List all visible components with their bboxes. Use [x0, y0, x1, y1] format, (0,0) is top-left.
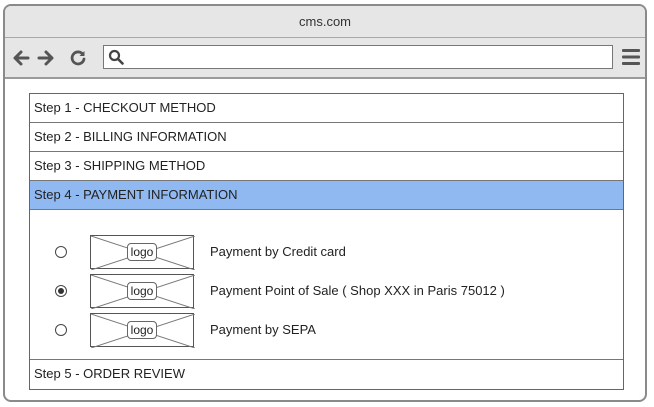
- url-input[interactable]: [128, 48, 606, 66]
- reload-button[interactable]: [69, 49, 87, 67]
- address-bar[interactable]: [103, 45, 613, 69]
- browser-window: cms.com Step 1 - CHECKOUT METHOD Step 2 …: [3, 4, 647, 402]
- logo-text: logo: [127, 243, 157, 261]
- payment-options-panel: logo Payment by Credit card logo Payment…: [30, 210, 623, 360]
- step-order-review[interactable]: Step 5 - ORDER REVIEW: [30, 360, 623, 389]
- logo-text: logo: [127, 321, 157, 339]
- browser-toolbar: [5, 38, 645, 79]
- hamburger-menu-icon: [622, 49, 640, 65]
- arrow-left-icon: [13, 50, 30, 66]
- menu-button[interactable]: [621, 47, 641, 72]
- step-shipping-method[interactable]: Step 3 - SHIPPING METHOD: [30, 152, 623, 181]
- logo-placeholder: logo: [90, 313, 195, 348]
- window-title: cms.com: [299, 14, 351, 29]
- back-button[interactable]: [12, 49, 30, 67]
- title-bar: cms.com: [5, 6, 645, 38]
- radio-point-of-sale[interactable]: [55, 285, 67, 297]
- reload-icon: [70, 50, 86, 66]
- arrow-right-icon: [37, 50, 54, 66]
- logo-text: logo: [127, 282, 157, 300]
- checkout-accordion: Step 1 - CHECKOUT METHOD Step 2 - BILLIN…: [29, 93, 624, 390]
- radio-credit-card[interactable]: [55, 246, 67, 258]
- step-checkout-method[interactable]: Step 1 - CHECKOUT METHOD: [30, 94, 623, 123]
- logo-placeholder: logo: [90, 235, 195, 270]
- payment-label: Payment Point of Sale ( Shop XXX in Pari…: [210, 283, 505, 298]
- payment-option-credit-card[interactable]: logo Payment by Credit card: [30, 235, 623, 270]
- forward-button[interactable]: [37, 49, 55, 67]
- logo-placeholder: logo: [90, 274, 195, 309]
- payment-label: Payment by SEPA: [210, 322, 316, 337]
- step-billing-information[interactable]: Step 2 - BILLING INFORMATION: [30, 123, 623, 152]
- payment-label: Payment by Credit card: [210, 244, 346, 259]
- payment-option-point-of-sale[interactable]: logo Payment Point of Sale ( Shop XXX in…: [30, 274, 623, 309]
- step-payment-information[interactable]: Step 4 - PAYMENT INFORMATION: [30, 181, 623, 210]
- search-icon: [108, 49, 124, 65]
- radio-sepa[interactable]: [55, 324, 67, 336]
- payment-option-sepa[interactable]: logo Payment by SEPA: [30, 313, 623, 348]
